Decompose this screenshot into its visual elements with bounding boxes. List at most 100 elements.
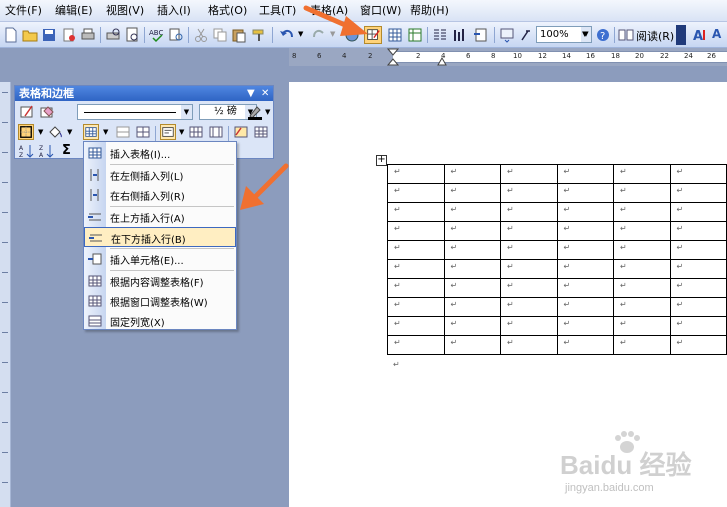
eraser-icon[interactable]	[39, 104, 55, 120]
table-cell[interactable]: ↵	[443, 202, 501, 222]
table-cell[interactable]: ↵	[556, 183, 614, 203]
drawing-icon[interactable]	[451, 26, 469, 44]
table-move-handle[interactable]: +	[376, 155, 387, 166]
table-cell[interactable]: ↵	[443, 183, 501, 203]
border-color-dropdown-icon[interactable]: ▼	[265, 108, 270, 116]
table-cell[interactable]: ↵	[443, 221, 501, 241]
copy-icon[interactable]	[211, 26, 229, 44]
vertical-ruler[interactable]	[0, 82, 11, 507]
open-folder-icon[interactable]	[21, 26, 39, 44]
save-icon[interactable]	[40, 26, 58, 44]
distribute-rows-icon[interactable]	[188, 124, 204, 140]
table-cell[interactable]: ↵	[500, 221, 558, 241]
table-cell[interactable]: ↵	[387, 202, 445, 222]
sort-ascending-icon[interactable]: AZ	[19, 143, 35, 159]
table-cell[interactable]: ↵	[387, 297, 445, 317]
menu-file[interactable]: 文件(F)	[3, 3, 44, 19]
table-cell[interactable]: ↵	[443, 240, 501, 260]
menu-view[interactable]: 视图(V)	[104, 3, 146, 19]
autosum-icon[interactable]: Σ	[62, 143, 71, 158]
panel-options-icon[interactable]: ▼	[247, 86, 255, 101]
table-cell[interactable]: ↵	[500, 164, 558, 184]
menu-insert[interactable]: 插入(I)	[155, 3, 193, 19]
insert-table-arrow-icon[interactable]: ▼	[103, 128, 108, 136]
table-cell[interactable]: ↵	[669, 297, 727, 317]
permission-icon[interactable]	[60, 26, 78, 44]
research-icon[interactable]	[167, 26, 185, 44]
table-cell[interactable]: ↵	[669, 202, 727, 222]
table-cell[interactable]: ↵	[500, 202, 558, 222]
table-cell[interactable]: ↵	[556, 221, 614, 241]
table-cell[interactable]: ↵	[613, 335, 671, 355]
insert-table-dropdown-icon[interactable]	[83, 124, 99, 140]
split-cells-icon[interactable]	[135, 124, 151, 140]
read-mode-icon[interactable]	[617, 26, 635, 44]
show-hide-icon[interactable]	[498, 26, 516, 44]
paste-icon[interactable]	[230, 26, 248, 44]
menu-help[interactable]: 帮助(H)	[408, 3, 451, 19]
new-document-icon[interactable]	[2, 26, 20, 44]
cut-icon[interactable]	[192, 26, 210, 44]
table-cell[interactable]: ↵	[613, 297, 671, 317]
undo-icon[interactable]	[278, 26, 296, 44]
align-cell-icon[interactable]	[160, 124, 176, 140]
table-cell[interactable]: ↵	[387, 316, 445, 336]
print-preview-icon[interactable]	[104, 26, 122, 44]
table-cell[interactable]: ↵	[556, 316, 614, 336]
menu-item-insert-row-above[interactable]: 在上方插入行(A)	[84, 207, 236, 227]
table-cell[interactable]: ↵	[387, 164, 445, 184]
table-cell[interactable]: ↵	[500, 278, 558, 298]
table-cell[interactable]: ↵	[500, 259, 558, 279]
table-cell[interactable]: ↵	[669, 316, 727, 336]
table-cell[interactable]: ↵	[669, 164, 727, 184]
table-cell[interactable]: ↵	[613, 259, 671, 279]
table-cell[interactable]: ↵	[443, 335, 501, 355]
line-style-dropdown-icon[interactable]: ▼	[181, 105, 192, 119]
table-cell[interactable]: ↵	[613, 202, 671, 222]
horizontal-ruler[interactable]: 8 6 4 2 2 4 6 8 10 12 14 16 18 20 22 24 …	[289, 48, 727, 66]
table-cell[interactable]: ↵	[443, 164, 501, 184]
table-cell[interactable]: ↵	[669, 278, 727, 298]
table-cell[interactable]: ↵	[387, 335, 445, 355]
preview-page-icon[interactable]	[123, 26, 141, 44]
table-cell[interactable]: ↵	[613, 164, 671, 184]
table-cell[interactable]: ↵	[556, 240, 614, 260]
merge-cells-icon[interactable]	[115, 124, 131, 140]
table-cell[interactable]: ↵	[613, 278, 671, 298]
menu-item-autofit-window[interactable]: 根据窗口调整表格(W)	[84, 291, 236, 311]
border-color-icon[interactable]	[247, 104, 263, 120]
help-icon[interactable]: ?	[594, 26, 612, 44]
shading-dropdown-icon[interactable]: ▼	[67, 128, 72, 136]
zoom-dropdown-arrow-icon[interactable]: ▼	[582, 30, 587, 38]
table-cell[interactable]: ↵	[556, 202, 614, 222]
table-cell[interactable]: ↵	[387, 183, 445, 203]
spelling-icon[interactable]: ABC	[148, 26, 166, 44]
menu-tools[interactable]: 工具(T)	[257, 3, 298, 19]
outside-border-dropdown-icon[interactable]: ▼	[38, 128, 43, 136]
format-painter-icon[interactable]	[250, 26, 268, 44]
table-cell[interactable]: ↵	[387, 278, 445, 298]
outside-border-icon[interactable]	[18, 124, 34, 140]
menu-item-insert-column-right[interactable]: 在右侧插入列(R)	[84, 185, 236, 205]
panel-title-bar[interactable]: 表格和边框 ▼ ✕	[15, 86, 273, 101]
table-cell[interactable]: ↵	[387, 221, 445, 241]
distribute-columns-icon[interactable]	[208, 124, 224, 140]
table-cell[interactable]: ↵	[387, 259, 445, 279]
table-cell[interactable]: ↵	[613, 183, 671, 203]
read-mode-button[interactable]: 阅读(R)	[636, 28, 674, 44]
insert-table-icon[interactable]	[386, 26, 404, 44]
table-grid-icon[interactable]	[253, 124, 269, 140]
table-cell[interactable]: ↵	[556, 297, 614, 317]
table-cell[interactable]: ↵	[500, 316, 558, 336]
table-cell[interactable]: ↵	[669, 221, 727, 241]
align-dropdown-icon[interactable]: ▼	[179, 128, 184, 136]
table-cell[interactable]: ↵	[500, 297, 558, 317]
menu-item-insert-column-left[interactable]: 在左侧插入列(L)	[84, 165, 236, 185]
print-icon[interactable]	[79, 26, 97, 44]
table-cell[interactable]: ↵	[443, 278, 501, 298]
table-cell[interactable]: ↵	[556, 278, 614, 298]
menu-edit[interactable]: 编辑(E)	[53, 3, 95, 19]
columns-icon[interactable]	[431, 26, 449, 44]
table-cell[interactable]: ↵	[669, 259, 727, 279]
menu-item-insert-table[interactable]: 插入表格(I)...	[84, 143, 236, 163]
